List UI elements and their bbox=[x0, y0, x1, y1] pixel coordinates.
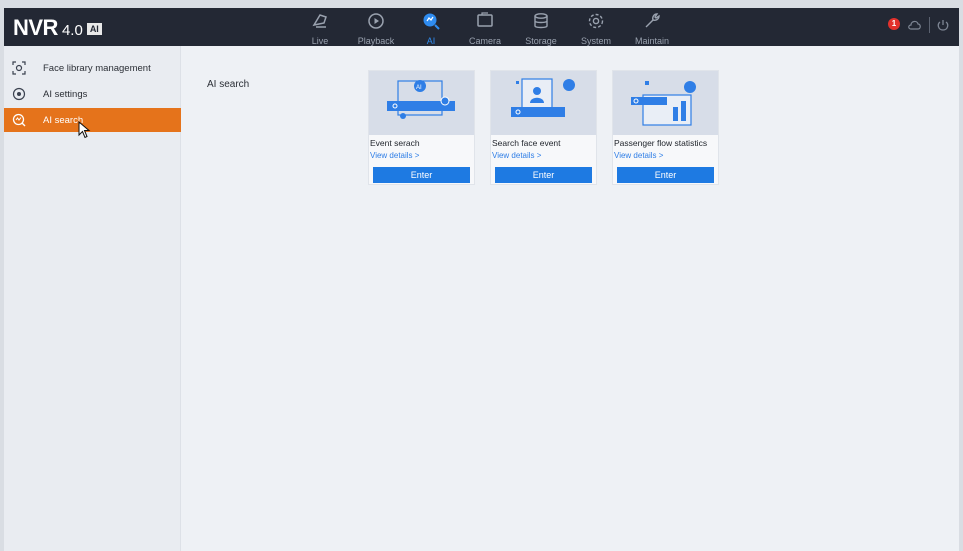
sidebar-item-ai-search[interactable]: AI search bbox=[4, 108, 181, 132]
ai-search-icon bbox=[12, 113, 26, 127]
search-face-event-card: Search face event View details > Enter bbox=[490, 70, 597, 185]
view-details-link[interactable]: View details > bbox=[492, 151, 541, 160]
cloud-icon[interactable] bbox=[908, 19, 922, 31]
view-details-link[interactable]: View details > bbox=[370, 151, 419, 160]
top-bar: NVR 4.0 AI Live Playback AI Camera Stora… bbox=[4, 8, 959, 46]
storage-icon bbox=[534, 13, 548, 29]
nav-system[interactable]: System bbox=[579, 8, 613, 46]
card-title: Passenger flow statistics bbox=[614, 138, 708, 148]
card-title: Event serach bbox=[370, 138, 420, 148]
wrench-icon bbox=[645, 13, 660, 28]
passenger-flow-illustration bbox=[613, 71, 718, 135]
face-search-illustration bbox=[491, 71, 596, 135]
logo-version: 4.0 bbox=[61, 22, 83, 39]
divider bbox=[929, 17, 930, 33]
alarm-count-badge: 1 bbox=[888, 18, 900, 30]
sidebar-item-label: Face library management bbox=[43, 62, 151, 74]
sidebar-item-face-library[interactable]: Face library management bbox=[4, 56, 181, 80]
logo: NVR 4.0 AI bbox=[13, 15, 102, 41]
nav-live[interactable]: Live bbox=[306, 8, 334, 46]
svg-text:AI: AI bbox=[416, 85, 422, 91]
enter-button[interactable]: Enter bbox=[373, 167, 470, 183]
nav-camera-label: Camera bbox=[468, 36, 501, 46]
nav-ai-label: AI bbox=[426, 36, 436, 46]
gear-icon bbox=[588, 13, 604, 29]
alarm-icon[interactable]: 1 bbox=[887, 18, 901, 32]
ai-settings-icon bbox=[12, 87, 26, 101]
nav-live-label: Live bbox=[311, 36, 329, 46]
nav-ai[interactable]: AI bbox=[418, 8, 444, 46]
nav-maintain[interactable]: Maintain bbox=[632, 8, 672, 46]
power-icon[interactable] bbox=[937, 18, 949, 32]
ai-icon bbox=[423, 13, 440, 30]
nav-playback-label: Playback bbox=[357, 36, 395, 46]
face-library-icon bbox=[12, 61, 26, 75]
event-search-illustration: AI bbox=[369, 71, 474, 135]
logo-ai-badge: AI bbox=[86, 23, 102, 35]
event-search-card: AI Event serach View details > Enter bbox=[368, 70, 475, 185]
logo-brand: NVR bbox=[13, 15, 58, 40]
nav-maintain-label: Maintain bbox=[634, 36, 670, 46]
card-title: Search face event bbox=[492, 138, 561, 148]
camera-icon bbox=[477, 12, 493, 27]
alerts-area: 1 bbox=[887, 17, 949, 33]
sidebar: Face library management AI settings AI s… bbox=[4, 46, 181, 551]
view-details-link[interactable]: View details > bbox=[614, 151, 663, 160]
nav-playback[interactable]: Playback bbox=[354, 8, 398, 46]
sidebar-item-ai-settings[interactable]: AI settings bbox=[4, 82, 181, 106]
live-icon bbox=[312, 14, 327, 28]
nav-storage[interactable]: Storage bbox=[522, 8, 560, 46]
page-title: AI search bbox=[207, 79, 250, 90]
nav-storage-label: Storage bbox=[525, 36, 557, 46]
playback-icon bbox=[368, 13, 384, 29]
main-content: AI search AI Event serach View details >… bbox=[181, 46, 959, 551]
screen: NVR 4.0 AI Live Playback AI Camera Stora… bbox=[4, 8, 959, 551]
sidebar-item-label: AI settings bbox=[43, 88, 88, 100]
nav-camera[interactable]: Camera bbox=[467, 8, 503, 46]
mouse-cursor-icon bbox=[78, 121, 91, 139]
enter-button[interactable]: Enter bbox=[495, 167, 592, 183]
passenger-flow-card: Passenger flow statistics View details >… bbox=[612, 70, 719, 185]
nav-system-label: System bbox=[580, 36, 611, 46]
enter-button[interactable]: Enter bbox=[617, 167, 714, 183]
